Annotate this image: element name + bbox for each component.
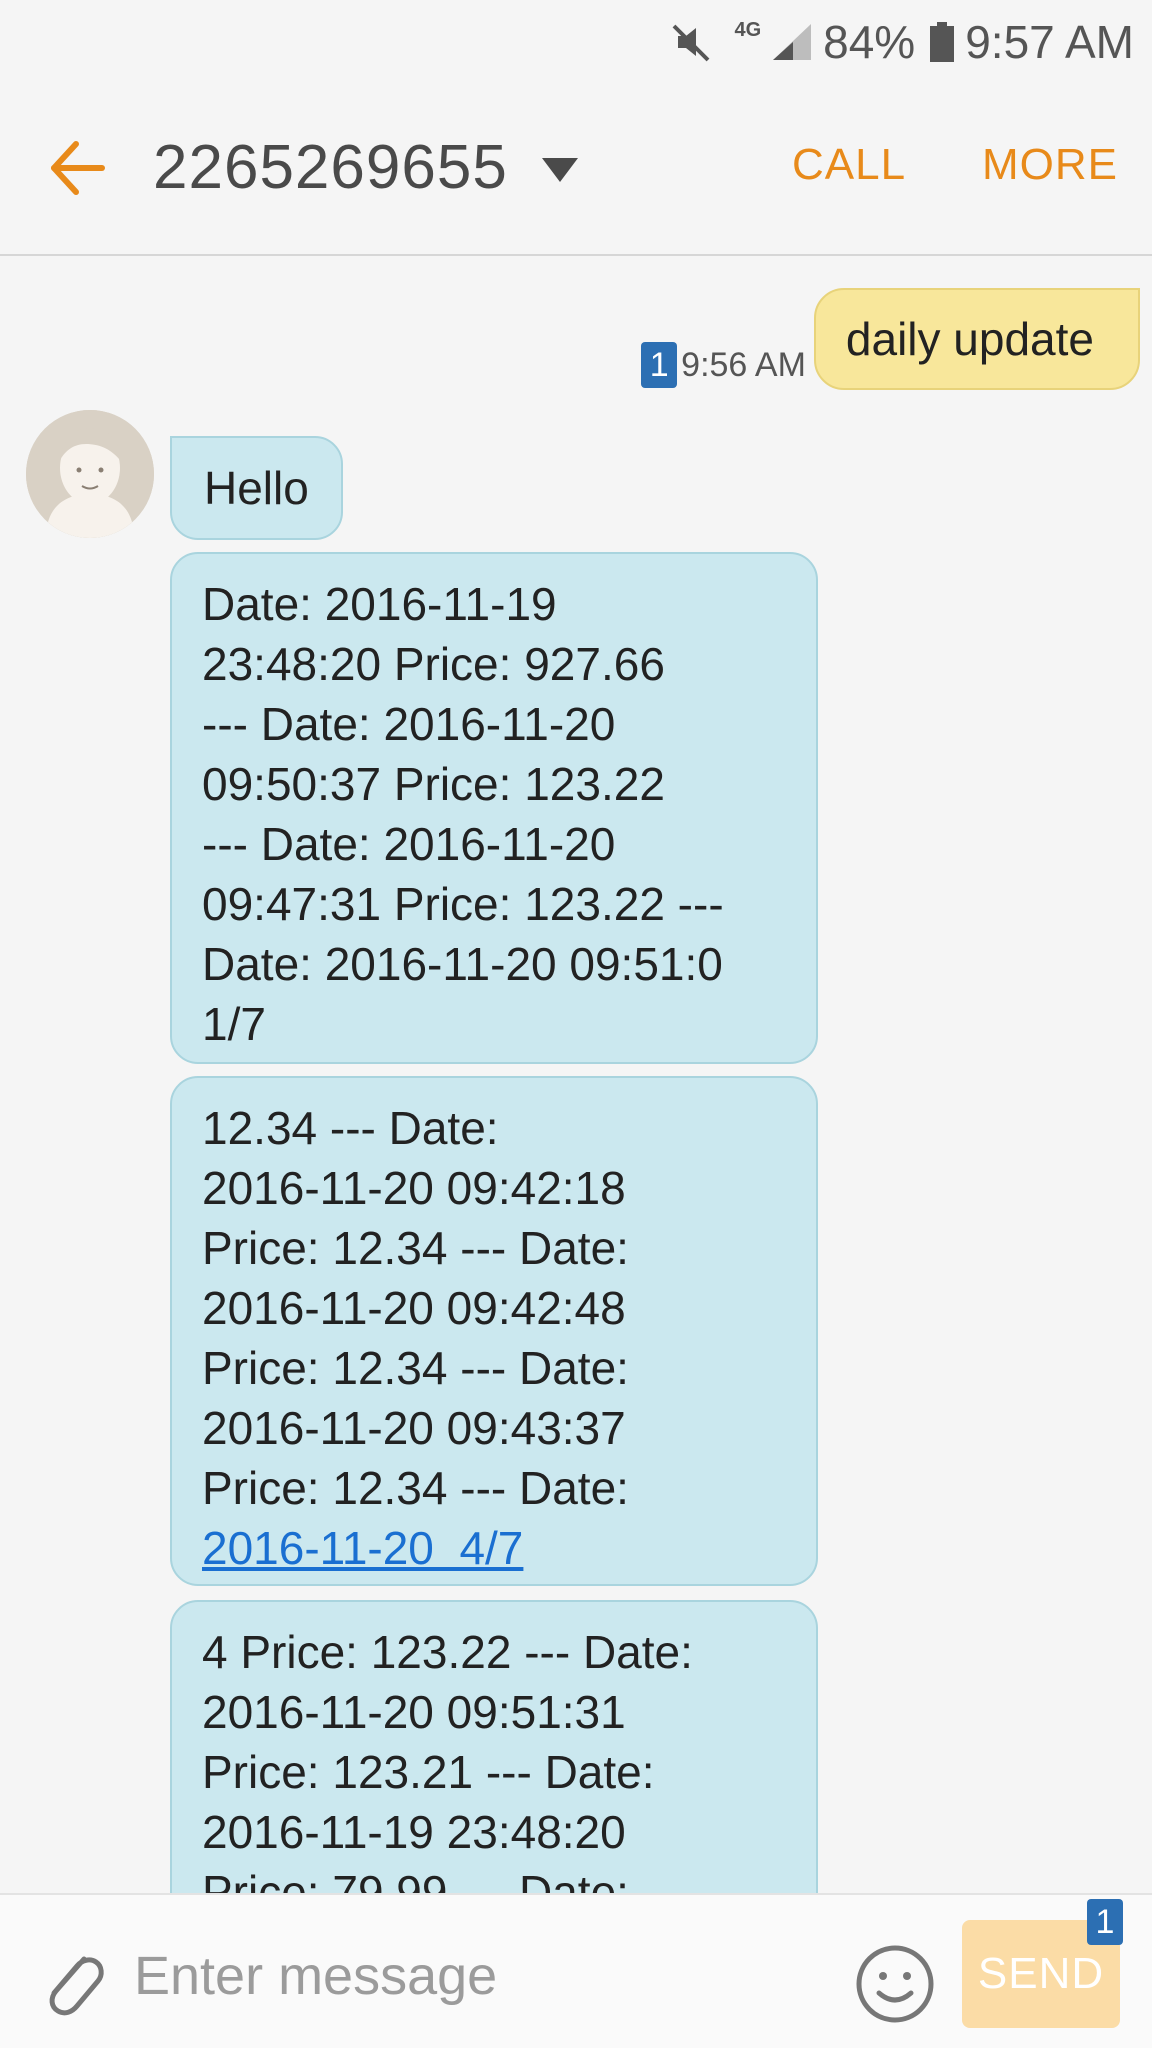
received-message-bubble[interactable]: 12.34 --- Date: 2016-11-20 09:42:18 Pric…: [170, 1076, 818, 1586]
date-link[interactable]: 2016-11-20 4/7: [202, 1522, 523, 1574]
sim-badge: 1: [641, 342, 678, 388]
message-input[interactable]: [134, 1931, 834, 2021]
clock: 9:57 AM: [965, 16, 1134, 68]
received-message-bubble[interactable]: Date: 2016-11-19 23:48:20 Price: 927.66 …: [170, 552, 818, 1064]
battery-icon: [929, 22, 955, 62]
battery-percent: 84%: [823, 16, 916, 68]
message-text: 12.34 --- Date: 2016-11-20 09:42:18 Pric…: [202, 1102, 629, 1514]
received-message-bubble[interactable]: 4 Price: 123.22 --- Date: 2016-11-20 09:…: [170, 1600, 818, 1893]
status-bar: 4G 84% 9:57 AM: [0, 0, 1152, 84]
app-bar: 2265269655 CALL MORE: [0, 84, 1152, 256]
sent-message-row: 1 9:56 AM daily update: [641, 288, 1140, 390]
sent-message-bubble[interactable]: daily update: [813, 288, 1140, 390]
composer-bar: SEND: [0, 1893, 1152, 2048]
back-arrow-icon[interactable]: [46, 136, 106, 200]
sent-message-meta: 1 9:56 AM: [641, 342, 806, 388]
more-button[interactable]: MORE: [982, 140, 1118, 190]
signal-icon: [771, 22, 813, 62]
chevron-down-icon[interactable]: [538, 154, 582, 186]
status-icons: 4G 84% 9:57 AM: [670, 12, 1134, 72]
contact-avatar[interactable]: [26, 410, 154, 538]
mute-icon: [670, 20, 714, 64]
sim-badge: 1: [1087, 1899, 1123, 1945]
received-message-bubble[interactable]: Hello: [170, 436, 343, 540]
contact-title[interactable]: 2265269655: [153, 132, 508, 203]
message-time: 9:56 AM: [681, 345, 806, 384]
emoji-icon[interactable]: [854, 1943, 936, 2025]
paperclip-icon[interactable]: [36, 1941, 106, 2021]
network-type: 4G: [734, 18, 762, 41]
conversation[interactable]: 1 9:56 AM daily update Hello Date: 2016-…: [0, 258, 1152, 1893]
call-button[interactable]: CALL: [792, 140, 906, 190]
